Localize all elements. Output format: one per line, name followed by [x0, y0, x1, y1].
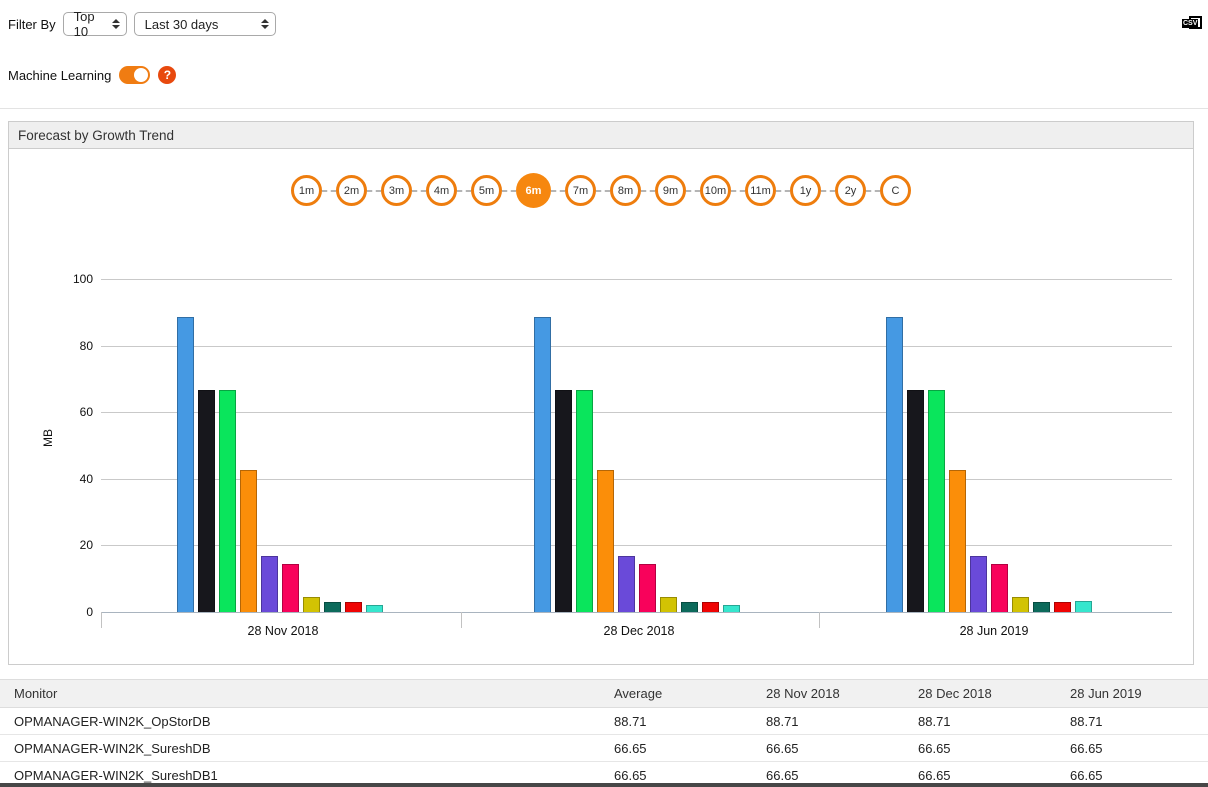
- bar[interactable]: [949, 470, 966, 612]
- bar[interactable]: [886, 316, 903, 612]
- bar[interactable]: [1075, 601, 1092, 612]
- bar[interactable]: [639, 564, 656, 612]
- value-cell: 66.65: [752, 734, 904, 762]
- value-cell: 88.71: [904, 707, 1056, 735]
- bar[interactable]: [576, 390, 593, 612]
- bar[interactable]: [240, 470, 257, 612]
- select-stepper-icon: [260, 19, 269, 29]
- value-cell: 88.71: [1056, 707, 1208, 735]
- column-header-average: Average: [600, 679, 752, 708]
- x-tick-label: 28 Jun 2019: [959, 624, 1029, 638]
- bar[interactable]: [282, 564, 299, 612]
- x-axis-line: [101, 612, 1172, 613]
- top-n-select-value: Top 10: [73, 9, 95, 39]
- bar[interactable]: [177, 316, 194, 612]
- top-n-select[interactable]: Top 10: [62, 9, 127, 39]
- table-header-row: Monitor Average 28 Nov 2018 28 Dec 2018 28 J…: [0, 679, 1208, 708]
- period-select[interactable]: Last 30 days: [133, 12, 276, 36]
- select-stepper-icon: [111, 19, 120, 29]
- bar[interactable]: [366, 605, 383, 612]
- x-axis-tick: [461, 612, 462, 628]
- bottom-strip: [0, 783, 1208, 787]
- bar[interactable]: [324, 602, 341, 612]
- column-header-28-nov-2018: 28 Nov 2018: [752, 679, 904, 708]
- bar[interactable]: [618, 556, 635, 612]
- x-tick-label: 28 Dec 2018: [603, 624, 675, 638]
- help-icon[interactable]: ?: [158, 66, 177, 84]
- bar[interactable]: [723, 605, 740, 612]
- monitor-name-cell: OPMANAGER-WIN2K_OpStorDB: [0, 707, 600, 735]
- csv-export-icon[interactable]: CSV: [1182, 16, 1202, 32]
- bar[interactable]: [702, 602, 719, 612]
- section-divider: [0, 108, 1208, 109]
- bar[interactable]: [345, 602, 362, 612]
- plot-area: [101, 279, 1172, 628]
- bar[interactable]: [928, 390, 945, 612]
- machine-learning-row: Machine Learning ?: [8, 66, 177, 84]
- filter-bar: Filter By Top 10 Last 30 days: [8, 9, 276, 39]
- bar[interactable]: [1054, 602, 1071, 612]
- gridline: [101, 279, 1172, 280]
- bar[interactable]: [1033, 602, 1050, 612]
- bar[interactable]: [991, 564, 1008, 612]
- bar[interactable]: [303, 597, 320, 612]
- bar[interactable]: [198, 390, 215, 612]
- panel-body: 1m 2m 3m 4m 5m 6m 7m 8m 9m 10m 11m 1y 2y C MB 0 20 40 60…: [9, 149, 1193, 664]
- bar[interactable]: [660, 597, 677, 612]
- value-cell: 66.65: [904, 734, 1056, 762]
- bar[interactable]: [534, 316, 551, 612]
- bar[interactable]: [261, 556, 278, 612]
- y-tick-label: 80: [79, 338, 93, 353]
- bar[interactable]: [1012, 597, 1029, 612]
- forecast-table: Monitor Average 28 Nov 2018 28 Dec 2018 28 J…: [0, 679, 1208, 787]
- x-tick-label: 28 Nov 2018: [247, 624, 319, 638]
- value-cell: 88.71: [600, 707, 752, 735]
- toggle-knob: [134, 68, 149, 82]
- table-row: OPMANAGER-WIN2K_OpStorDB 88.71 88.71 88.71 8…: [0, 707, 1208, 735]
- y-tick-label: 40: [79, 471, 93, 486]
- column-header-monitor: Monitor: [0, 679, 600, 708]
- bar-group-28-dec-2018: [534, 316, 740, 612]
- period-select-value: Last 30 days: [144, 16, 219, 32]
- y-axis-label: MB: [41, 429, 55, 447]
- csv-export-icon-label: CSV: [1182, 19, 1199, 28]
- bar-group-28-nov-2018: [177, 316, 383, 612]
- x-axis-tick: [819, 612, 820, 628]
- bar[interactable]: [597, 470, 614, 612]
- filter-by-label: Filter By: [8, 16, 56, 32]
- value-cell: 66.65: [1056, 734, 1208, 762]
- bar[interactable]: [970, 556, 987, 612]
- column-header-28-dec-2018: 28 Dec 2018: [904, 679, 1056, 708]
- panel-title: Forecast by Growth Trend: [9, 122, 1193, 149]
- x-axis-tick: [101, 612, 102, 628]
- y-tick-label: 60: [79, 405, 93, 420]
- page: Filter By Top 10 Last 30 days CSV Machin…: [0, 0, 1208, 787]
- value-cell: 88.71: [752, 707, 904, 735]
- bar[interactable]: [555, 390, 572, 612]
- forecast-panel: Forecast by Growth Trend 1m 2m 3m 4m 5m 6m 7m 8…: [8, 121, 1194, 665]
- bar[interactable]: [907, 390, 924, 612]
- machine-learning-label: Machine Learning: [8, 67, 112, 83]
- monitor-name-cell: OPMANAGER-WIN2K_SureshDB: [0, 734, 600, 762]
- y-tick-label: 0: [86, 605, 93, 619]
- y-tick-label: 100: [72, 272, 93, 286]
- machine-learning-toggle[interactable]: [119, 66, 151, 84]
- bar[interactable]: [681, 602, 698, 612]
- bar-group-28-jun-2019: [886, 316, 1092, 612]
- growth-trend-chart: MB 0 20 40 60 80 100 28 Nov 2018 28 Dec 2018 28…: [9, 149, 1193, 664]
- bar[interactable]: [219, 390, 236, 612]
- table-row: OPMANAGER-WIN2K_SureshDB 66.65 66.65 66.65 6…: [0, 734, 1208, 762]
- value-cell: 66.65: [600, 734, 752, 762]
- y-tick-label: 20: [79, 538, 93, 553]
- column-header-28-jun-2019: 28 Jun 2019: [1056, 679, 1208, 708]
